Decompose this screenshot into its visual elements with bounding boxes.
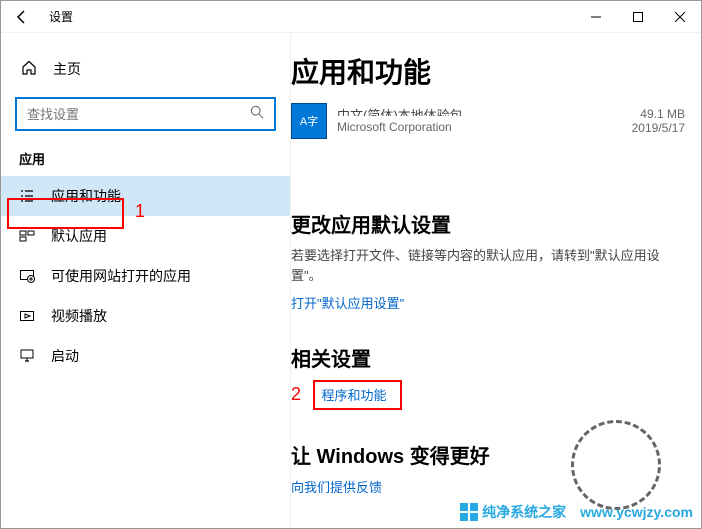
app-size: 49.1 MB [632, 107, 685, 121]
minimize-button[interactable] [575, 1, 617, 33]
programs-features-link[interactable]: 程序和功能 [321, 385, 386, 404]
watermark-text: 纯净系统之家 www.ycwjzy.com [482, 502, 693, 522]
nav-label: 启动 [51, 346, 79, 366]
back-button[interactable] [13, 8, 31, 26]
open-default-apps-link[interactable]: 打开"默认应用设置" [291, 293, 404, 312]
search-icon [250, 105, 264, 124]
nav-video-playback[interactable]: 视频播放 [1, 296, 290, 336]
nav-label: 可使用网站打开的应用 [51, 266, 191, 286]
feedback-link[interactable]: 向我们提供反馈 [291, 477, 382, 496]
defaults-icon [19, 228, 35, 244]
nav-label: 应用和功能 [51, 186, 121, 206]
website-icon [19, 268, 35, 284]
list-icon [19, 188, 35, 204]
search-input-box[interactable] [15, 97, 276, 131]
app-publisher: Microsoft Corporation [337, 120, 622, 134]
maximize-button[interactable] [617, 1, 659, 33]
app-list-item[interactable]: A字 中文(简体)本地体验包 Microsoft Corporation 49.… [291, 103, 685, 139]
section-defaults-desc: 若要选择打开文件、链接等内容的默认应用，请转到"默认应用设置"。 [291, 246, 685, 285]
app-date: 2019/5/17 [632, 121, 685, 135]
nav-startup[interactable]: 启动 [1, 336, 290, 376]
nav-default-apps[interactable]: 默认应用 [1, 216, 290, 256]
startup-icon [19, 348, 35, 364]
annotation-box-2: 程序和功能 [313, 380, 402, 410]
annotation-label-2: 2 [291, 384, 301, 404]
home-label: 主页 [53, 59, 81, 79]
section-defaults-title: 更改应用默认设置 [291, 209, 685, 238]
category-header: 应用 [1, 145, 290, 176]
nav-apps-features[interactable]: 应用和功能 [1, 176, 290, 216]
app-icon: A字 [291, 103, 327, 139]
sidebar: 主页 应用 应用和功能 默认应用 [1, 33, 291, 528]
page-title: 应用和功能 [291, 51, 685, 91]
section-related-title: 相关设置 [291, 343, 685, 372]
seal-graphic [571, 420, 661, 510]
window-title: 设置 [49, 8, 73, 25]
home-nav[interactable]: 主页 [1, 49, 290, 89]
video-icon [19, 308, 35, 324]
app-name: 中文(简体)本地体验包 [337, 105, 622, 116]
nav-label: 视频播放 [51, 306, 107, 326]
home-icon [21, 60, 37, 79]
search-input[interactable] [27, 107, 250, 122]
watermark-icon [460, 503, 478, 521]
nav-website-apps[interactable]: 可使用网站打开的应用 [1, 256, 290, 296]
close-button[interactable] [659, 1, 701, 33]
nav-label: 默认应用 [51, 226, 107, 246]
watermark: 纯净系统之家 www.ycwjzy.com [460, 502, 693, 522]
annotation-label-1: 1 [135, 201, 145, 222]
